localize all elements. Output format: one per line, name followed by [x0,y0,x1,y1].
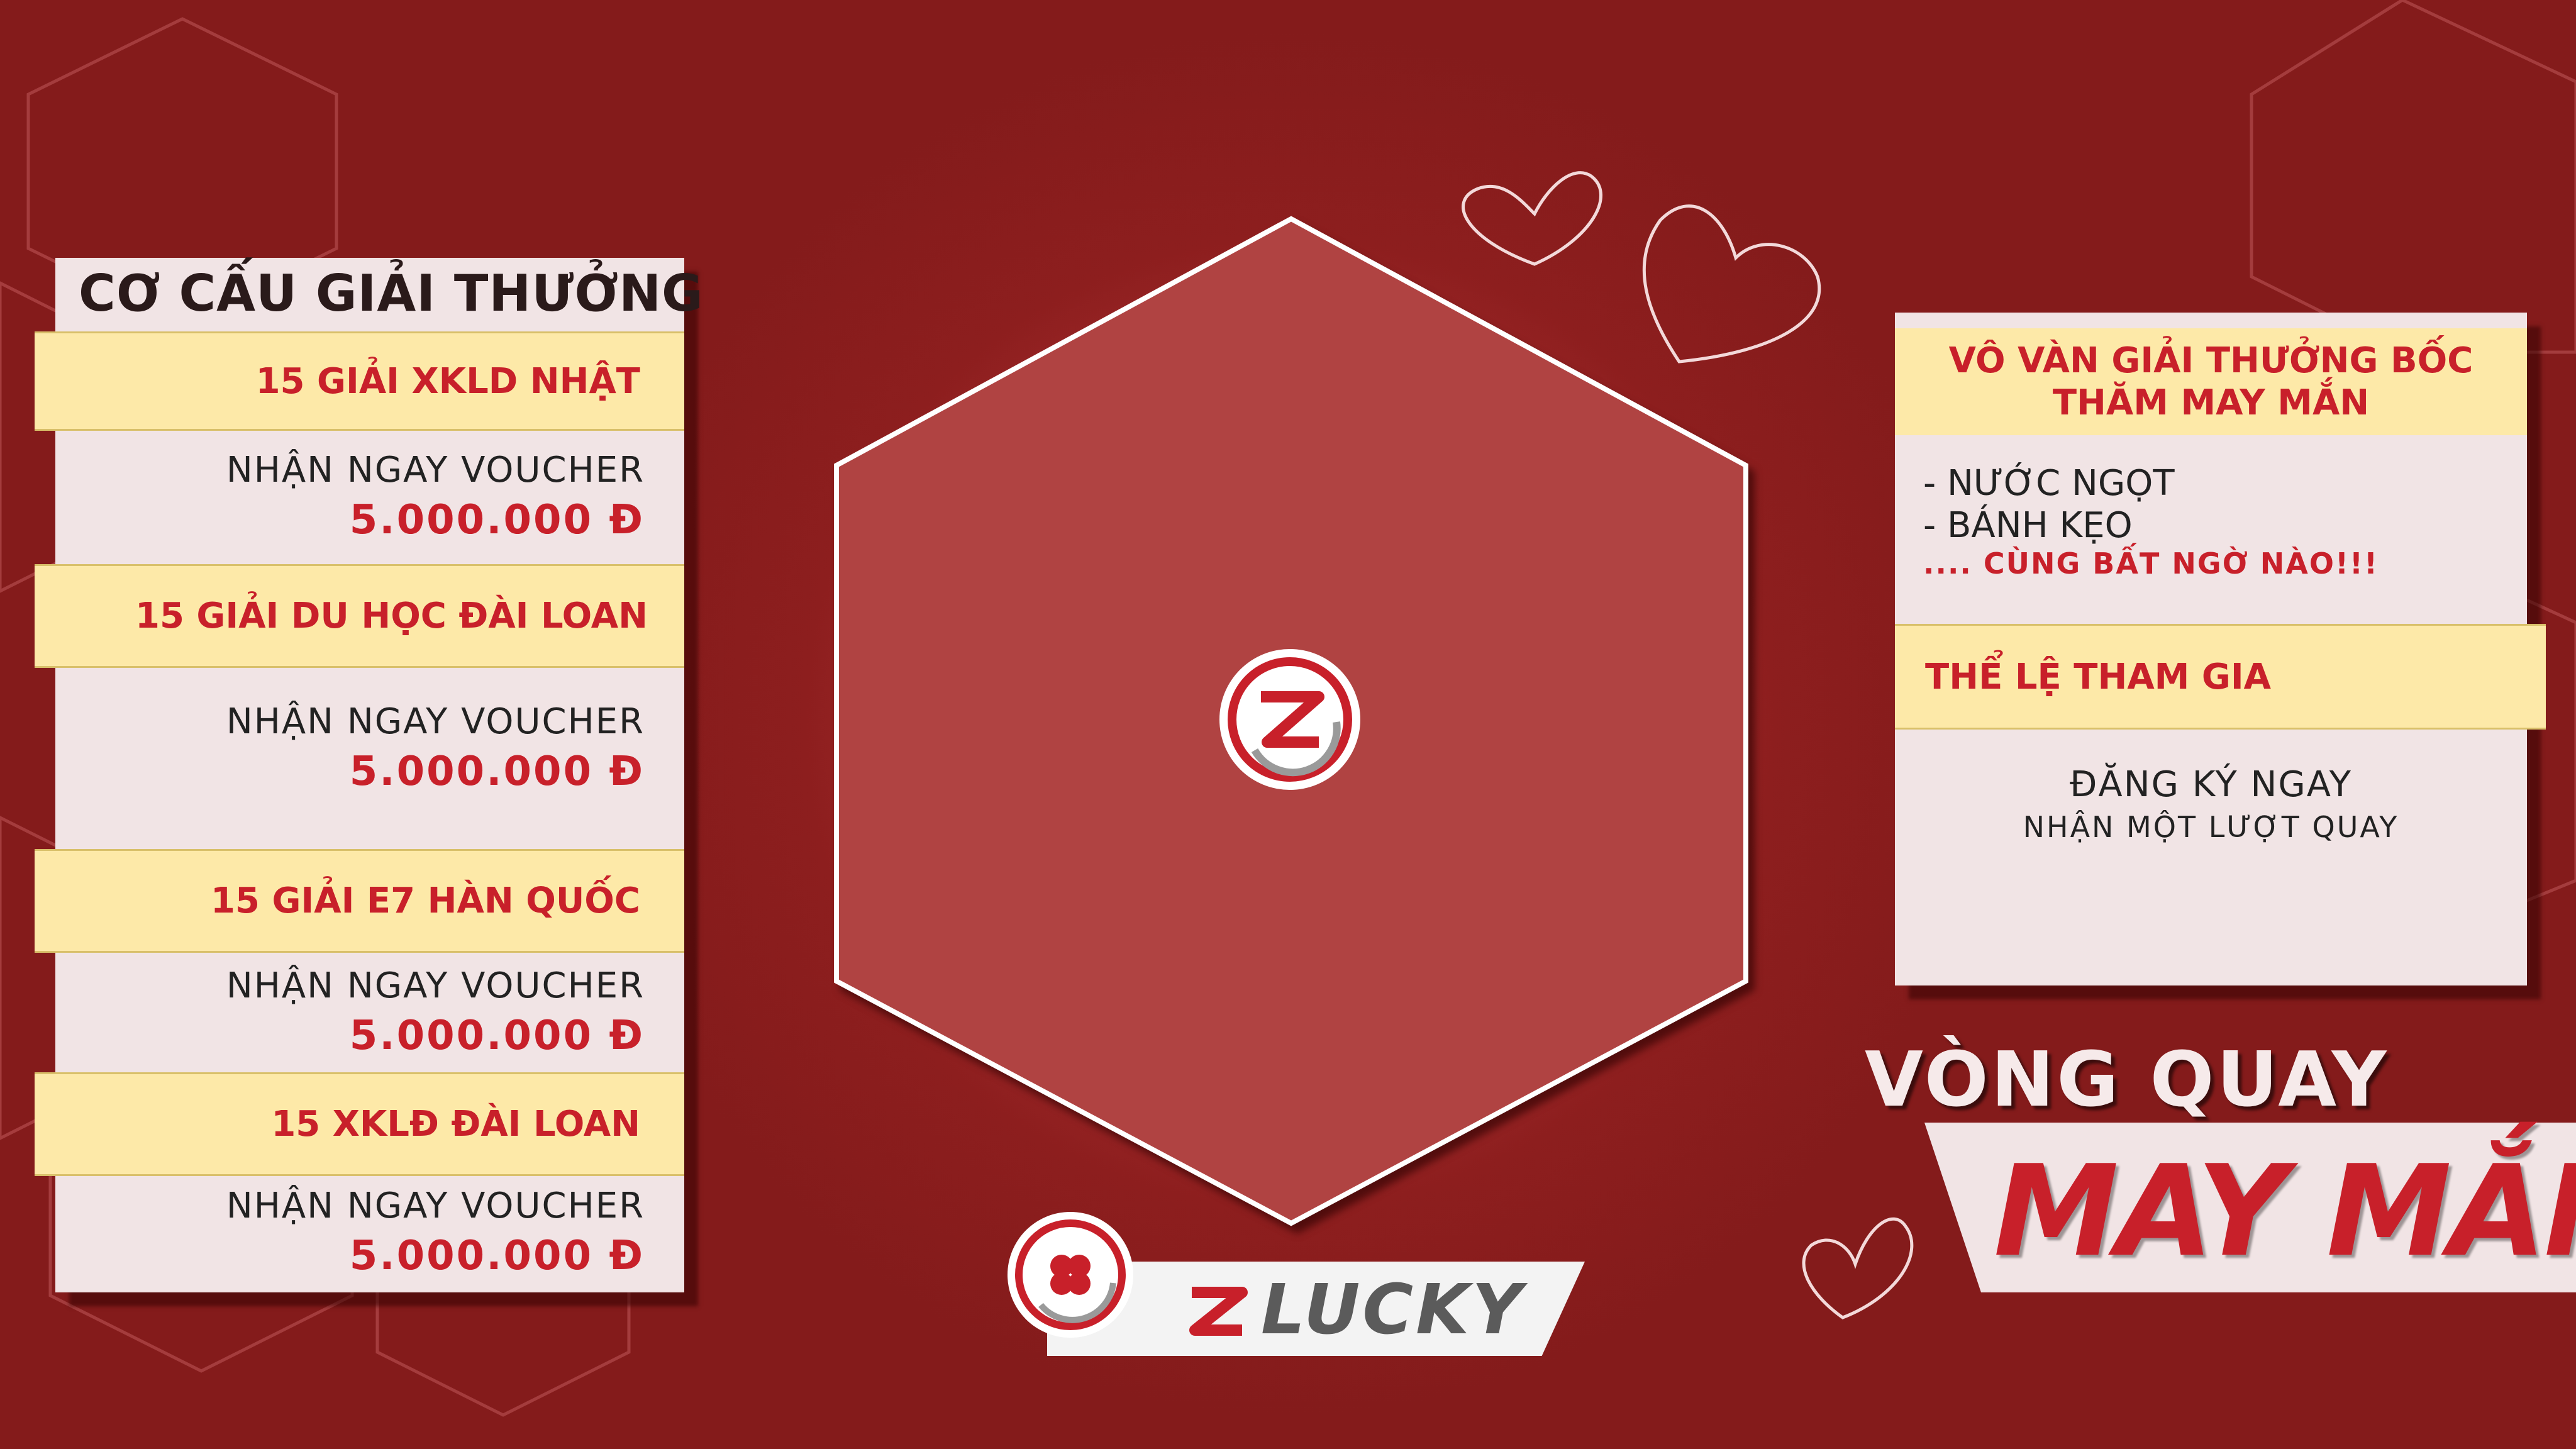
voucher-amount: 5.000.000 Đ [349,1233,645,1279]
surprise-text: .... CÙNG BẤT NGỜ NÀO!!! [1923,547,2379,581]
z-logo-icon[interactable] [1217,647,1363,792]
wheel-title-bottom: MAY MẮN [1994,1138,2576,1285]
wheel-title-top: VÒNG QUAY [1865,1036,2389,1124]
voucher-amount: 5.000.000 Đ [349,497,645,543]
lucky-draw-list: - NƯỚC NGỌT - BÁNH KẸO .... CÙNG BẤT NGỜ… [1923,462,2379,582]
rules-title: THỂ LỆ THAM GIA [1895,624,2546,730]
prize-structure-title: CƠ CẤU GIẢI THƯỞNG [79,264,704,323]
lucky-draw-title-text: VÔ VÀN GIẢI THƯỞNG BỐC THĂM MAY MẮN [1948,340,2473,423]
voucher-amount: 5.000.000 Đ [349,748,645,795]
heart-icon [1802,1217,1914,1319]
prize-band-1: 15 GIẢI XKLD NHẬT [35,331,684,431]
prize-name: 15 GIẢI XKLD NHẬT [255,360,640,402]
voucher-label: NHẬN NGAY VOUCHER [226,450,645,491]
register-now-text[interactable]: ĐĂNG KÝ NGAY [1895,764,2527,805]
prize-band-4: 15 XKLĐ ĐÀI LOAN [35,1072,684,1176]
voucher-label: NHẬN NGAY VOUCHER [226,701,645,742]
z-brand-icon [1182,1277,1252,1346]
voucher-label: NHẬN NGAY VOUCHER [226,1185,645,1226]
clover-logo-icon[interactable] [1006,1211,1135,1340]
heart-icon [1642,204,1821,364]
prize-band-2: 15 GIẢI DU HỌC ĐÀI LOAN [35,564,684,668]
heart-icon [1462,171,1602,266]
brand-name: LUCKY [1261,1269,1525,1350]
list-item: - BÁNH KẸO [1923,505,2133,547]
lucky-draw-title: VÔ VÀN GIẢI THƯỞNG BỐC THĂM MAY MẮN [1895,328,2527,435]
prize-name: 15 XKLĐ ĐÀI LOAN [271,1104,640,1145]
rules-content: ĐĂNG KÝ NGAY NHẬN MỘT LƯỢT QUAY [1895,764,2527,844]
prize-band-3: 15 GIẢI E7 HÀN QUỐC [35,849,684,953]
prize-name: 15 GIẢI E7 HÀN QUỐC [211,880,640,921]
voucher-label: NHẬN NGAY VOUCHER [226,965,645,1006]
prize-name: 15 GIẢI DU HỌC ĐÀI LOAN [135,596,648,636]
bg-hexagon [2250,0,2576,354]
one-spin-text: NHẬN MỘT LƯỢT QUAY [2023,810,2399,844]
voucher-amount: 5.000.000 Đ [349,1013,645,1059]
list-item: - NƯỚC NGỌT [1923,463,2175,504]
